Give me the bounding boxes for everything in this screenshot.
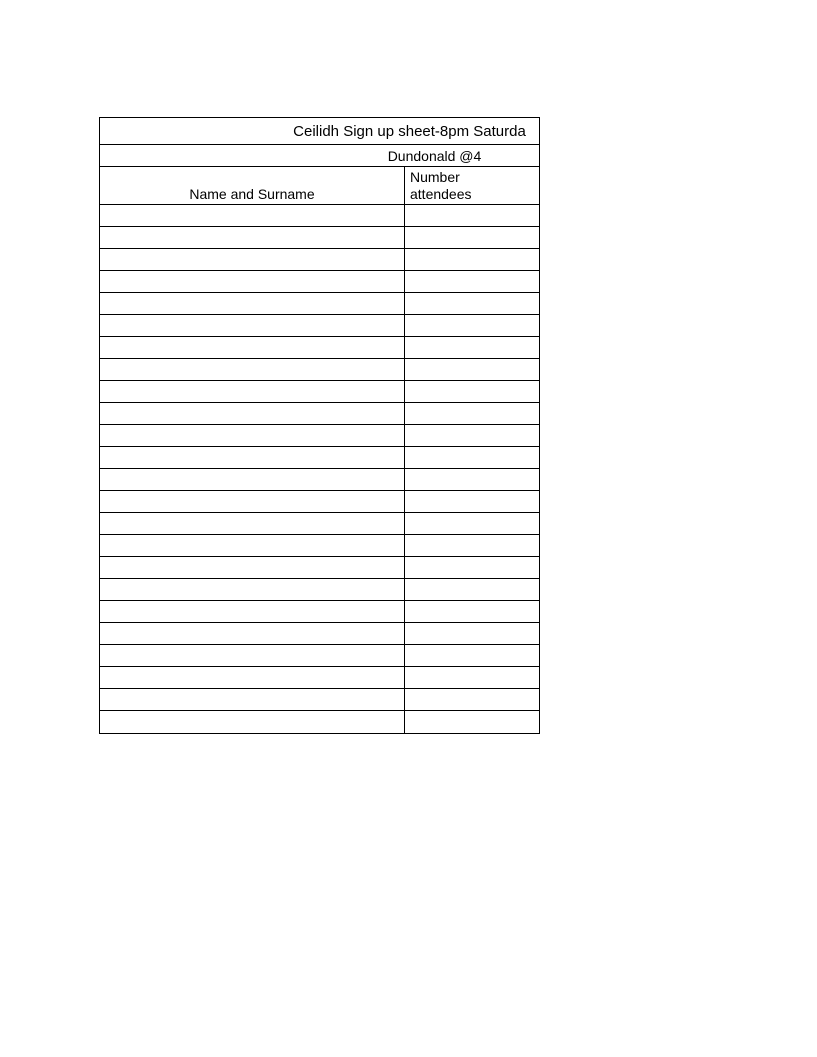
cell-number [405, 535, 539, 556]
cell-number [405, 667, 539, 688]
cell-number [405, 425, 539, 446]
cell-name [100, 711, 405, 733]
cell-number [405, 579, 539, 600]
signup-sheet: Ceilidh Sign up sheet-8pm Saturda Dundon… [99, 117, 540, 734]
cell-number [405, 293, 539, 314]
cell-name [100, 579, 405, 600]
cell-number [405, 271, 539, 292]
table-row [100, 359, 539, 381]
cell-name [100, 491, 405, 512]
table-row [100, 579, 539, 601]
sheet-subtitle: Dundonald @4 [100, 145, 539, 167]
cell-name [100, 315, 405, 336]
cell-number [405, 315, 539, 336]
cell-name [100, 513, 405, 534]
cell-number [405, 689, 539, 710]
table-row [100, 469, 539, 491]
cell-number [405, 557, 539, 578]
table-row [100, 645, 539, 667]
table-row [100, 623, 539, 645]
cell-number [405, 249, 539, 270]
col-header-name: Name and Surname [100, 167, 405, 204]
table-row [100, 337, 539, 359]
cell-number [405, 359, 539, 380]
cell-number [405, 337, 539, 358]
table-row [100, 601, 539, 623]
cell-number [405, 447, 539, 468]
table-row [100, 249, 539, 271]
table-row [100, 557, 539, 579]
cell-name [100, 623, 405, 644]
cell-name [100, 667, 405, 688]
cell-number [405, 205, 539, 226]
cell-name [100, 359, 405, 380]
cell-number [405, 513, 539, 534]
table-row [100, 711, 539, 733]
cell-number [405, 645, 539, 666]
table-row [100, 205, 539, 227]
table-row [100, 293, 539, 315]
cell-number [405, 491, 539, 512]
table-row [100, 447, 539, 469]
cell-name [100, 381, 405, 402]
cell-name [100, 293, 405, 314]
table-row [100, 403, 539, 425]
header-row: Name and Surname Number attendees [100, 167, 539, 205]
cell-number [405, 601, 539, 622]
table-row [100, 689, 539, 711]
cell-name [100, 557, 405, 578]
cell-name [100, 271, 405, 292]
table-row [100, 535, 539, 557]
table-row [100, 227, 539, 249]
cell-name [100, 601, 405, 622]
cell-number [405, 623, 539, 644]
cell-name [100, 447, 405, 468]
cell-name [100, 535, 405, 556]
table-row [100, 513, 539, 535]
table-row [100, 425, 539, 447]
col-header-number: Number attendees [405, 167, 539, 204]
cell-name [100, 645, 405, 666]
cell-name [100, 337, 405, 358]
cell-name [100, 249, 405, 270]
cell-number [405, 227, 539, 248]
cell-name [100, 469, 405, 490]
cell-number [405, 381, 539, 402]
cell-name [100, 403, 405, 424]
cell-name [100, 689, 405, 710]
cell-number [405, 469, 539, 490]
table-row [100, 491, 539, 513]
cell-name [100, 227, 405, 248]
table-row [100, 381, 539, 403]
cell-name [100, 205, 405, 226]
sheet-title: Ceilidh Sign up sheet-8pm Saturda [100, 118, 539, 145]
cell-number [405, 711, 539, 733]
cell-name [100, 425, 405, 446]
cell-number [405, 403, 539, 424]
table-row [100, 667, 539, 689]
table-row [100, 315, 539, 337]
table-row [100, 271, 539, 293]
